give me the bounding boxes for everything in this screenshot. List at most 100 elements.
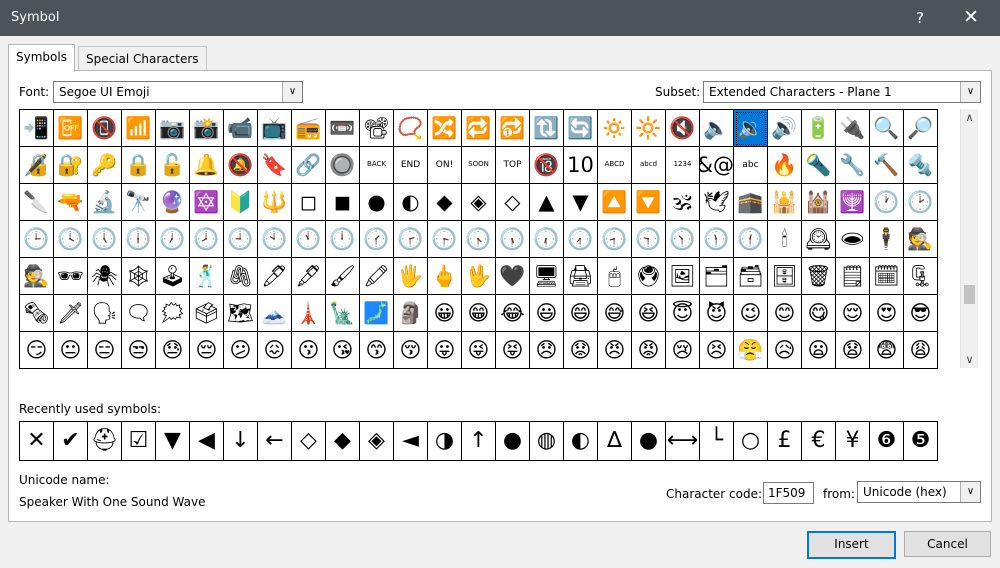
symbol-cell[interactable]: 🖐 (394, 258, 428, 295)
symbol-cell[interactable]: 🕥 (666, 221, 700, 258)
recent-symbol-cell[interactable]: ⟷ (666, 422, 700, 461)
symbol-cell[interactable]: 🕜 (360, 221, 394, 258)
symbol-cell[interactable]: 🗓 (870, 258, 904, 295)
symbol-cell[interactable]: 🕣 (598, 221, 632, 258)
symbol-cell[interactable]: 🗽 (326, 295, 360, 332)
chevron-down-icon[interactable]: ∨ (960, 482, 980, 502)
symbol-cell[interactable]: 😑 (88, 332, 122, 369)
symbol-cell[interactable]: 🗾 (360, 295, 394, 332)
symbol-cell[interactable]: 😀 (428, 295, 462, 332)
symbol-cell[interactable]: 🔅 (598, 110, 632, 147)
symbol-cell[interactable]: 🕶 (54, 258, 88, 295)
symbol-cell[interactable]: 🔼 (598, 184, 632, 221)
symbol-cell[interactable]: 🗳 (190, 295, 224, 332)
symbol-cell[interactable]: 😈 (700, 295, 734, 332)
symbol-cell[interactable]: 😍 (870, 295, 904, 332)
symbol-cell[interactable]: 😢 (666, 332, 700, 369)
symbol-cell[interactable]: 🕕 (122, 221, 156, 258)
symbol-cell[interactable]: 🔦 (802, 147, 836, 184)
symbol-cell[interactable]: 🖖 (462, 258, 496, 295)
symbol-cell[interactable]: 😡 (632, 332, 666, 369)
recent-symbol-cell[interactable]: ❻ (870, 422, 904, 461)
symbol-cell[interactable]: 😋 (802, 295, 836, 332)
scroll-down-icon[interactable]: ∨ (961, 351, 978, 368)
symbol-cell[interactable]: 🕗 (190, 221, 224, 258)
symbol-cell[interactable]: TOP (496, 147, 530, 184)
symbol-cell[interactable]: 😞 (530, 332, 564, 369)
symbol-cell[interactable]: 🕠 (496, 221, 530, 258)
symbol-cell[interactable]: 🔆 (632, 110, 666, 147)
symbol-cell[interactable]: END (394, 147, 428, 184)
symbol-cell[interactable]: 😒 (122, 332, 156, 369)
symbol-cell[interactable]: ◼ (326, 184, 360, 221)
symbol-cell[interactable]: 🔓 (156, 147, 190, 184)
symbol-cell[interactable]: 😔 (190, 332, 224, 369)
symbol-cell[interactable]: 😙 (360, 332, 394, 369)
symbol-cell[interactable]: 🖕 (428, 258, 462, 295)
symbol-cell[interactable]: 🗄 (768, 258, 802, 295)
symbol-cell[interactable]: 🔥 (768, 147, 802, 184)
symbol-cell[interactable]: SOON (462, 147, 496, 184)
symbol-cell[interactable]: 🕞 (428, 221, 462, 258)
symbol-cell[interactable]: 😂 (496, 295, 530, 332)
symbol-cell[interactable]: 🖼 (666, 258, 700, 295)
symbol-cell[interactable]: 😏 (20, 332, 54, 369)
symbol-cell[interactable]: 🗂 (700, 258, 734, 295)
symbol-cell[interactable]: 🔱 (258, 184, 292, 221)
symbol-cell[interactable]: ◆ (428, 184, 462, 221)
symbol-cell[interactable]: 🕸 (122, 258, 156, 295)
symbol-cell[interactable]: 😤 (734, 332, 768, 369)
symbol-cell[interactable]: ▲ (530, 184, 564, 221)
recent-symbol-cell[interactable]: ✔ (54, 422, 88, 461)
symbol-cell[interactable]: 🕛 (326, 221, 360, 258)
symbol-cell[interactable]: 📷 (156, 110, 190, 147)
recent-symbol-cell[interactable]: ◄ (394, 422, 428, 461)
symbol-cell[interactable]: 🕟 (462, 221, 496, 258)
recent-symbol-cell[interactable]: ⛑ (88, 422, 122, 461)
recent-symbol-cell[interactable]: € (802, 422, 836, 461)
symbol-cell[interactable]: 🖇 (224, 258, 258, 295)
symbol-cell[interactable]: 🔉 (734, 110, 768, 147)
symbol-cell[interactable]: 😥 (768, 332, 802, 369)
symbol-cell[interactable]: 1234 (666, 147, 700, 184)
symbol-cell[interactable]: 🕉 (666, 184, 700, 221)
symbol-cell[interactable]: 😠 (598, 332, 632, 369)
symbol-cell[interactable]: 🕐 (870, 184, 904, 221)
cancel-button[interactable]: Cancel (904, 531, 991, 557)
recent-symbol-cell[interactable]: ◍ (530, 422, 564, 461)
symbol-cell[interactable]: 📹 (224, 110, 258, 147)
symbol-cell[interactable]: 🗻 (258, 295, 292, 332)
symbol-cell[interactable]: 🕹 (156, 258, 190, 295)
symbol-cell[interactable]: 🔽 (632, 184, 666, 221)
symbol-cell[interactable]: 😐 (54, 332, 88, 369)
symbol-cell[interactable]: 📲 (20, 110, 54, 147)
symbol-cell[interactable]: 🕒 (20, 221, 54, 258)
symbol-cell[interactable]: 🔔 (190, 147, 224, 184)
symbol-cell[interactable]: 😉 (734, 295, 768, 332)
symbol-cell[interactable]: 🔂 (496, 110, 530, 147)
symbol-cell[interactable]: 🕘 (224, 221, 258, 258)
symbol-cell[interactable]: 😛 (428, 332, 462, 369)
symbol-cell[interactable]: 🔃 (530, 110, 564, 147)
symbol-cell[interactable]: 📴 (54, 110, 88, 147)
recent-symbol-cell[interactable]: ↑ (462, 422, 496, 461)
symbol-cell[interactable]: 🗑 (802, 258, 836, 295)
recent-symbol-cell[interactable]: ◈ (360, 422, 394, 461)
symbol-cell[interactable]: 🔩 (904, 147, 938, 184)
symbol-cell[interactable]: 🖱 (598, 258, 632, 295)
symbol-cell[interactable]: 🖥 (530, 258, 564, 295)
symbol-cell[interactable]: 🔋 (802, 110, 836, 147)
symbol-cell[interactable]: 🔘 (326, 147, 360, 184)
symbol-cell[interactable]: 🕤 (632, 221, 666, 258)
symbol-cell[interactable]: 📺 (258, 110, 292, 147)
symbol-cell[interactable]: 🕢 (564, 221, 598, 258)
symbol-cell[interactable]: 😩 (904, 332, 938, 369)
recent-symbol-cell[interactable]: ▼ (156, 422, 190, 461)
recent-symbol-cell[interactable]: ❺ (904, 422, 938, 461)
symbol-cell[interactable]: 10 (564, 147, 598, 184)
help-button[interactable]: ? (908, 6, 932, 30)
symbol-grid-scrollbar[interactable]: ∧ ∨ (960, 109, 978, 368)
symbol-cell[interactable]: 😣 (700, 332, 734, 369)
symbol-cell[interactable]: 🗺 (224, 295, 258, 332)
symbol-cell[interactable]: 🔒 (122, 147, 156, 184)
